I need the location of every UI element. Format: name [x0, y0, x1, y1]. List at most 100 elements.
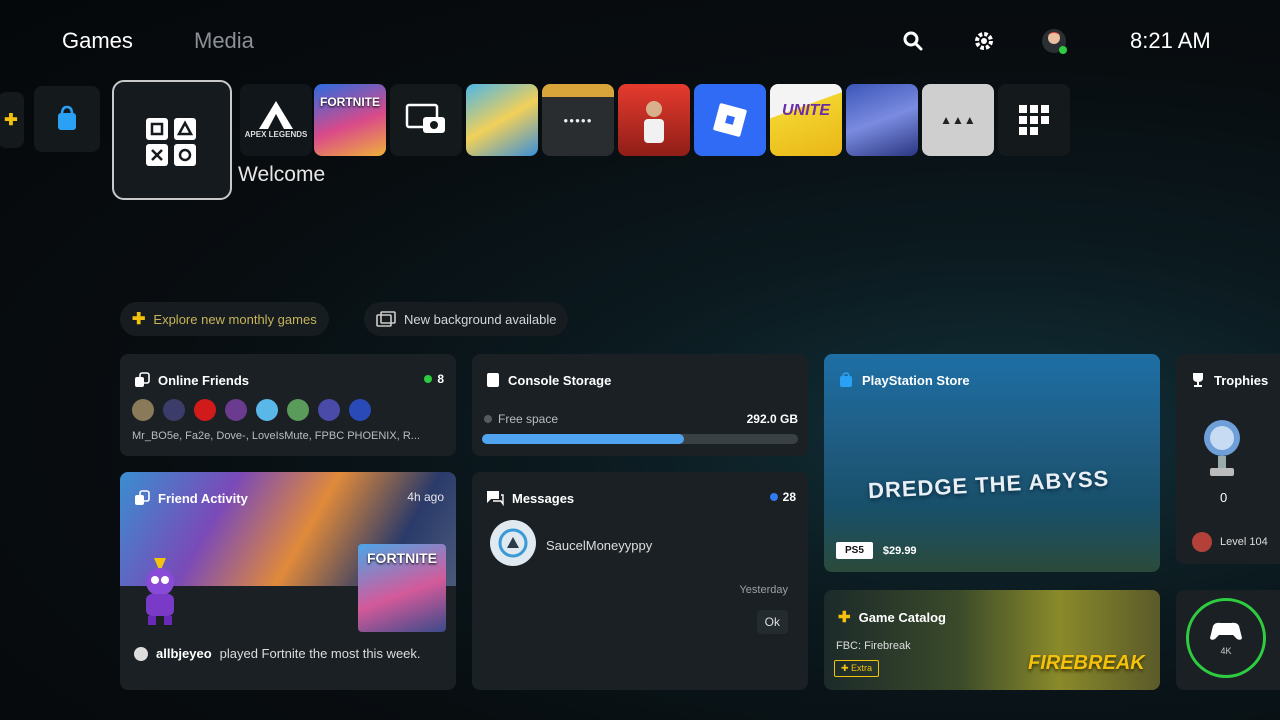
trophy-count: 0 [1220, 490, 1228, 505]
character-portrait-icon [644, 101, 664, 143]
background-chip-label: New background available [404, 311, 557, 327]
welcome-label: Welcome [238, 163, 326, 186]
explore-chip-label: Explore new monthly games [153, 311, 317, 327]
sender-avatar[interactable] [490, 520, 536, 566]
trophies-card[interactable]: Trophies 0 Level 104 [1176, 354, 1280, 564]
roblox-tile[interactable] [694, 84, 766, 156]
store-price: $29.99 [882, 544, 917, 557]
console-storage-card[interactable]: Console Storage Free space 292.0 GB [472, 354, 808, 456]
controller-icon [1210, 622, 1242, 640]
friends-icon [135, 372, 150, 387]
top-bar: Games Media 8:21 AM [0, 0, 1280, 84]
clock: 8:21 AM [1130, 28, 1211, 53]
activity-text: played Fortnite the most this week. [219, 646, 421, 661]
messages-icon [487, 491, 504, 506]
friend-activity-title: Friend Activity [134, 490, 248, 506]
trophies-title: Trophies [1190, 372, 1268, 388]
store-bag-icon [58, 105, 76, 130]
platinum-trophy-icon [1204, 420, 1240, 476]
friend-avatar-character [134, 556, 186, 626]
tab-media[interactable]: Media [194, 28, 254, 54]
catalog-game-name: FBC: Firebreak [836, 640, 911, 652]
friend-avatar[interactable] [256, 399, 278, 421]
playstation-store-card[interactable]: PlayStation Store DREDGE THE ABYSS PS5 $… [824, 354, 1160, 572]
welcome-hub-tile[interactable] [112, 80, 232, 200]
explore-monthly-games-chip[interactable]: ✚ Explore new monthly games [120, 302, 329, 336]
ps-store-icon [840, 372, 852, 387]
catalog-art-text: FIREBREAK [1028, 652, 1145, 674]
messages-card[interactable]: Messages 28 SaucelMoneyyppy Yesterday Ok [472, 472, 808, 690]
activity-icon [135, 490, 150, 505]
apex-legends-tile[interactable]: APEX LEGENDS [240, 84, 312, 156]
fortnite-tile[interactable]: FORTNITE [314, 84, 386, 156]
friend-avatar[interactable] [287, 399, 309, 421]
online-friends-card[interactable]: Online Friends 8 Mr_BO5e, Fa2e, Dove-, L… [120, 354, 456, 456]
pokemon-unite-tile[interactable]: UNITE [770, 84, 842, 156]
free-space-value: 292.0 GB [746, 412, 798, 426]
media-gallery-tile[interactable] [390, 84, 462, 156]
extra-badge: ✚ Extra [834, 660, 880, 677]
unread-dot [769, 493, 778, 501]
activity-description: allbjeyeo played Fortnite the most this … [134, 646, 421, 661]
messages-title: Messages [486, 490, 574, 506]
friend-avatar[interactable] [349, 399, 371, 421]
ps-store-tile[interactable] [34, 86, 100, 152]
friend-activity-card[interactable]: Friend Activity 4h ago FORTNITE allbjeye… [120, 472, 456, 690]
free-space-label: Free space [484, 412, 558, 426]
storage-icon [487, 373, 499, 387]
friend-avatar[interactable] [194, 399, 216, 421]
friend-avatar[interactable] [318, 399, 340, 421]
storage-bar-track [482, 434, 798, 444]
store-banner-art-text: DREDGE THE ABYSS [867, 465, 1110, 504]
roblox-logo-icon [713, 103, 747, 137]
friend-avatar[interactable] [163, 399, 185, 421]
console-storage-title: Console Storage [486, 372, 611, 388]
game-catalog-card[interactable]: ✚ Game Catalog FBC: Firebreak ✚ Extra FI… [824, 590, 1160, 690]
game-catalog-title: ✚ Game Catalog [838, 609, 946, 626]
message-preview-bubble: Ok [756, 610, 788, 634]
game-tile-3[interactable] [618, 84, 690, 156]
game-tile-5[interactable]: ▲▲▲ [922, 84, 994, 156]
ps-plus-icon: ✚ [838, 609, 851, 626]
user-avatar-icon [134, 646, 148, 661]
background-image-icon [376, 311, 396, 327]
game-hub-partial-tile[interactable]: ✚ [0, 92, 24, 148]
friend-avatar[interactable] [132, 399, 154, 421]
new-background-chip[interactable]: New background available [364, 302, 569, 336]
fortnite-boxart[interactable]: FORTNITE [358, 544, 446, 632]
controller-card[interactable]: 4K [1176, 590, 1280, 690]
ps-shapes-icon [146, 118, 196, 166]
friend-avatars [132, 399, 371, 421]
online-status-dot [424, 375, 433, 383]
gear-icon[interactable] [969, 26, 999, 56]
controller-label: 4K [1220, 646, 1232, 656]
game-library-icon [1019, 105, 1049, 135]
message-sender: SaucelMoneyyppy [546, 538, 653, 553]
search-icon[interactable] [898, 26, 928, 56]
apex-logo-icon [259, 100, 293, 129]
game-tile-2[interactable]: ●●●●● [542, 84, 614, 156]
game-tile-4[interactable] [846, 84, 918, 156]
tab-games[interactable]: Games [62, 28, 133, 54]
level-badge-icon [1192, 532, 1212, 552]
controller-status-ring: 4K [1186, 598, 1266, 678]
ps-plus-icon: ✚ [132, 311, 146, 328]
online-friends-title: Online Friends [134, 372, 249, 388]
activity-time: 4h ago [407, 490, 444, 504]
game-tile-1[interactable] [466, 84, 538, 156]
avatar[interactable] [1039, 26, 1069, 56]
trophy-level: Level 104 [1192, 532, 1268, 552]
online-friends-count: 8 [424, 372, 444, 386]
game-library-tile[interactable] [998, 84, 1070, 156]
screenshot-gallery-icon [405, 103, 445, 133]
store-price-row: PS5 $29.99 [836, 542, 917, 559]
storage-bar-fill [482, 434, 685, 444]
message-time: Yesterday [739, 584, 788, 596]
ps-store-title: PlayStation Store [838, 372, 970, 388]
messages-count: 28 [769, 490, 796, 504]
platform-badge: PS5 [836, 542, 873, 559]
friend-avatar[interactable] [225, 399, 247, 421]
legend-dot [484, 415, 492, 423]
activity-username[interactable]: allbjeyeo [156, 646, 212, 661]
online-friends-names: Mr_BO5e, Fa2e, Dove-, LoveIsMute, FPBC P… [132, 430, 420, 442]
